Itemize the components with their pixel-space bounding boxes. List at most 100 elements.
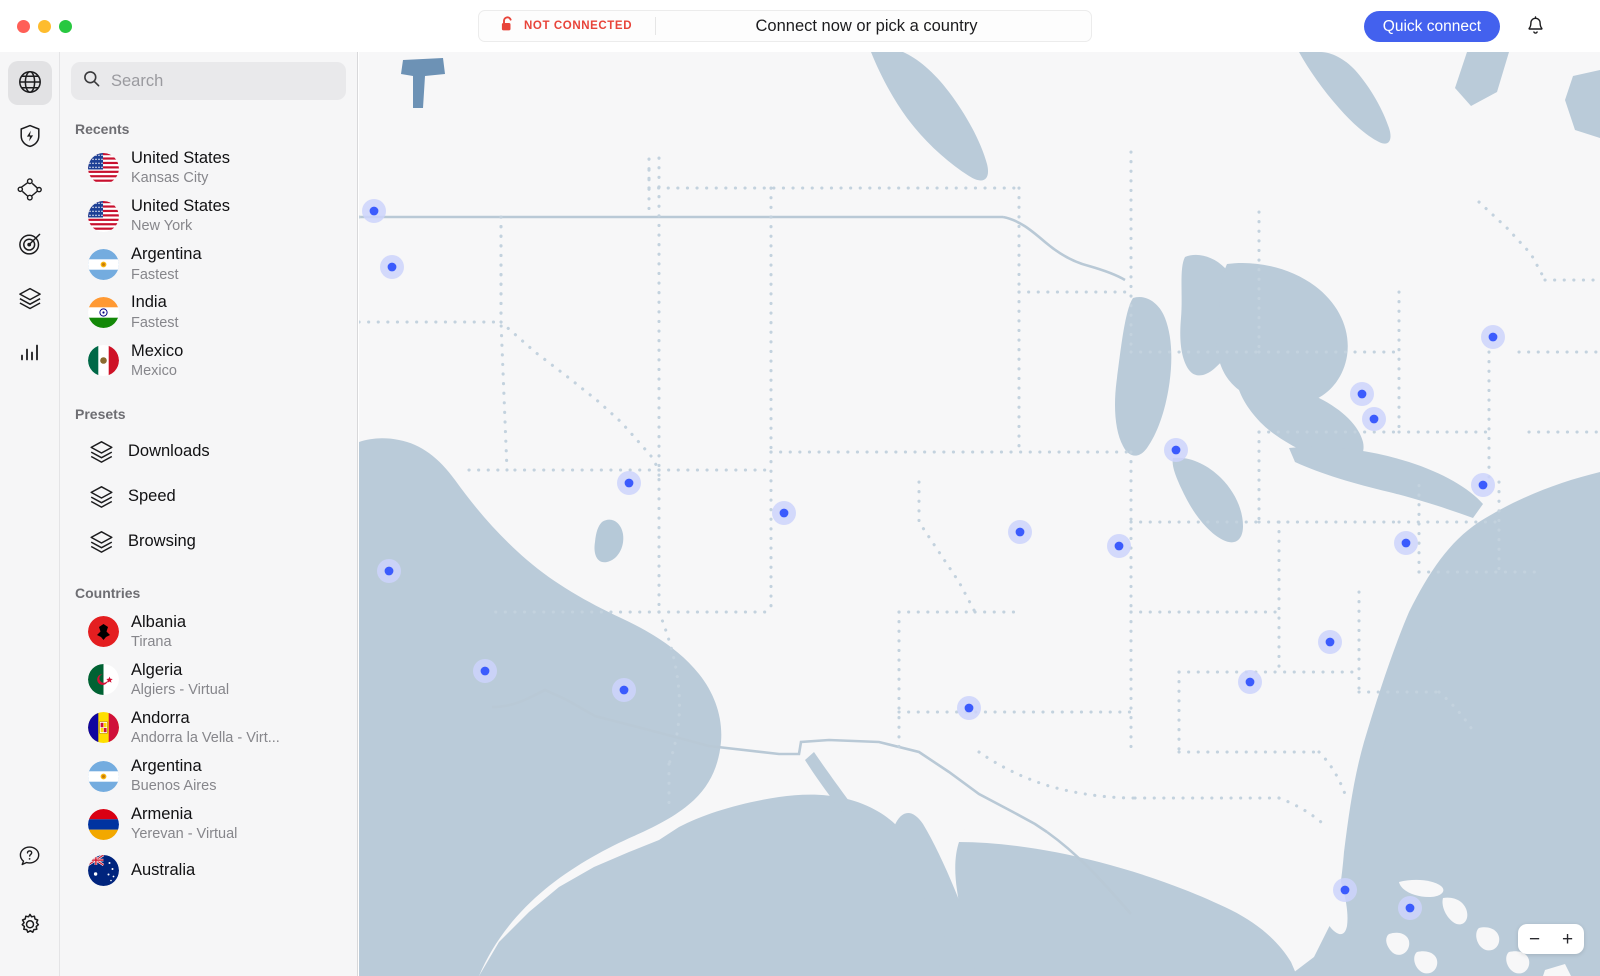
server-marker[interactable] bbox=[1114, 541, 1124, 551]
server-marker[interactable] bbox=[1405, 903, 1415, 913]
list-item-text: Argentina Buenos Aires bbox=[131, 756, 216, 796]
vpn-app-window: NOT CONNECTED Connect now or pick a coun… bbox=[0, 0, 1600, 976]
target-icon bbox=[17, 231, 43, 260]
search-icon bbox=[83, 70, 100, 92]
country-name: United States bbox=[131, 149, 231, 167]
server-marker[interactable] bbox=[779, 508, 789, 518]
list-item-text: United States Kansas City bbox=[131, 148, 230, 188]
quick-connect-button[interactable]: Quick connect bbox=[1363, 11, 1500, 42]
minimize-window-button[interactable] bbox=[38, 19, 51, 33]
country-name: India bbox=[131, 293, 167, 312]
recent-list-item[interactable]: Argentina Fastest bbox=[60, 240, 357, 288]
country-list-item[interactable]: Albania Tirana bbox=[60, 608, 357, 656]
maximize-window-button[interactable] bbox=[59, 19, 72, 33]
country-name: Argentina bbox=[131, 245, 202, 264]
presets-list: Downloads Speed Browsing bbox=[60, 429, 357, 564]
country-list-item[interactable]: Australia bbox=[60, 848, 357, 892]
server-marker[interactable] bbox=[369, 206, 379, 216]
recent-list-item[interactable]: United States New York bbox=[60, 192, 357, 240]
city-name: Andorra la Vella - Virt... bbox=[131, 730, 280, 747]
navigation-rail-top bbox=[7, 52, 52, 375]
country-name: Mexico bbox=[131, 341, 184, 360]
flag-icon bbox=[88, 296, 119, 328]
country-list-item[interactable]: Argentina Buenos Aires bbox=[60, 752, 357, 800]
preset-label: Speed bbox=[128, 486, 176, 505]
server-marker[interactable] bbox=[1478, 480, 1488, 490]
server-marker[interactable] bbox=[619, 685, 629, 695]
server-marker[interactable] bbox=[480, 666, 490, 676]
zoom-in-button[interactable]: + bbox=[1551, 924, 1584, 954]
sidebar-item-presets[interactable] bbox=[8, 277, 52, 321]
preset-list-item[interactable]: Downloads bbox=[60, 429, 357, 474]
preset-list-item[interactable]: Browsing bbox=[60, 519, 357, 564]
connection-status-group: NOT CONNECTED bbox=[479, 15, 656, 35]
gear-icon bbox=[17, 912, 43, 941]
navigation-rail bbox=[0, 52, 60, 976]
server-marker[interactable] bbox=[1488, 332, 1498, 342]
flag-icon bbox=[88, 760, 119, 792]
list-item-text: Algeria Algiers - Virtual bbox=[131, 660, 229, 700]
flag-icon bbox=[88, 616, 119, 648]
server-marker[interactable] bbox=[384, 566, 394, 576]
search-input[interactable] bbox=[111, 71, 334, 91]
city-name: Fastest bbox=[131, 314, 179, 331]
countries-list: Albania Tirana Algeria Algiers - Virtual A… bbox=[60, 608, 357, 893]
recent-list-item[interactable]: India Fastest bbox=[60, 288, 357, 336]
search-box[interactable] bbox=[71, 62, 346, 100]
city-name: Tirana bbox=[131, 633, 172, 650]
server-marker[interactable] bbox=[1171, 445, 1181, 455]
preset-list-item[interactable]: Speed bbox=[60, 474, 357, 519]
notifications-button[interactable] bbox=[1522, 14, 1548, 40]
connection-status-bar[interactable]: NOT CONNECTED Connect now or pick a coun… bbox=[478, 10, 1092, 42]
preset-label: Downloads bbox=[128, 441, 210, 460]
close-window-button[interactable] bbox=[17, 19, 30, 33]
search-container bbox=[60, 52, 357, 100]
sidebar-item-dedicated-ip[interactable] bbox=[8, 223, 52, 267]
server-marker[interactable] bbox=[624, 478, 634, 488]
settings-button[interactable] bbox=[8, 904, 52, 948]
city-name: Algiers - Virtual bbox=[131, 682, 230, 699]
country-list-item[interactable]: Armenia Yerevan - Virtual bbox=[60, 800, 357, 848]
sidebar-item-threat-protection[interactable] bbox=[8, 115, 52, 159]
bell-icon bbox=[1526, 15, 1545, 39]
recent-list-item[interactable]: Mexico Mexico bbox=[60, 337, 357, 385]
sidebar-item-locations[interactable] bbox=[7, 61, 52, 105]
help-icon bbox=[17, 844, 42, 872]
globe-icon bbox=[17, 69, 43, 98]
zoom-out-button[interactable]: − bbox=[1518, 924, 1551, 954]
recent-list-item[interactable]: United States Kansas City bbox=[60, 144, 357, 192]
sidebar-item-meshnet[interactable] bbox=[8, 169, 52, 213]
server-marker[interactable] bbox=[1245, 677, 1255, 687]
server-marker[interactable] bbox=[1015, 527, 1025, 537]
navigation-rail-bottom bbox=[8, 836, 52, 976]
layers-icon bbox=[17, 285, 43, 314]
country-name: Algeria bbox=[131, 660, 183, 679]
list-item-text: Armenia Yerevan - Virtual bbox=[131, 804, 237, 844]
sidebar-item-statistics[interactable] bbox=[8, 331, 52, 375]
server-marker[interactable] bbox=[1401, 538, 1411, 548]
window-controls bbox=[0, 19, 72, 33]
map-landmass bbox=[359, 52, 1600, 976]
layers-icon bbox=[88, 528, 115, 555]
country-name: Armenia bbox=[131, 805, 193, 824]
flag-icon bbox=[88, 664, 119, 696]
city-name: Kansas City bbox=[131, 170, 209, 187]
server-marker[interactable] bbox=[1357, 389, 1367, 399]
recents-list: United States Kansas City United States Ne… bbox=[60, 144, 357, 385]
server-marker[interactable] bbox=[1369, 414, 1379, 424]
server-marker[interactable] bbox=[1340, 885, 1350, 895]
help-button[interactable] bbox=[8, 836, 52, 880]
flag-icon bbox=[88, 248, 119, 280]
server-marker[interactable] bbox=[964, 703, 974, 713]
server-marker[interactable] bbox=[387, 262, 397, 272]
country-list-item[interactable]: Algeria Algiers - Virtual bbox=[60, 656, 357, 704]
status-message: Connect now or pick a country bbox=[755, 16, 978, 35]
country-list-item[interactable]: Andorra Andorra la Vella - Virt... bbox=[60, 704, 357, 752]
list-item-text: India Fastest bbox=[131, 292, 179, 332]
city-name: Buenos Aires bbox=[131, 778, 217, 795]
mesh-network-icon bbox=[17, 177, 43, 206]
server-marker[interactable] bbox=[1325, 637, 1335, 647]
city-name: Yerevan - Virtual bbox=[131, 826, 238, 843]
world-map[interactable]: − + bbox=[359, 52, 1600, 976]
bar-chart-icon bbox=[17, 339, 43, 368]
